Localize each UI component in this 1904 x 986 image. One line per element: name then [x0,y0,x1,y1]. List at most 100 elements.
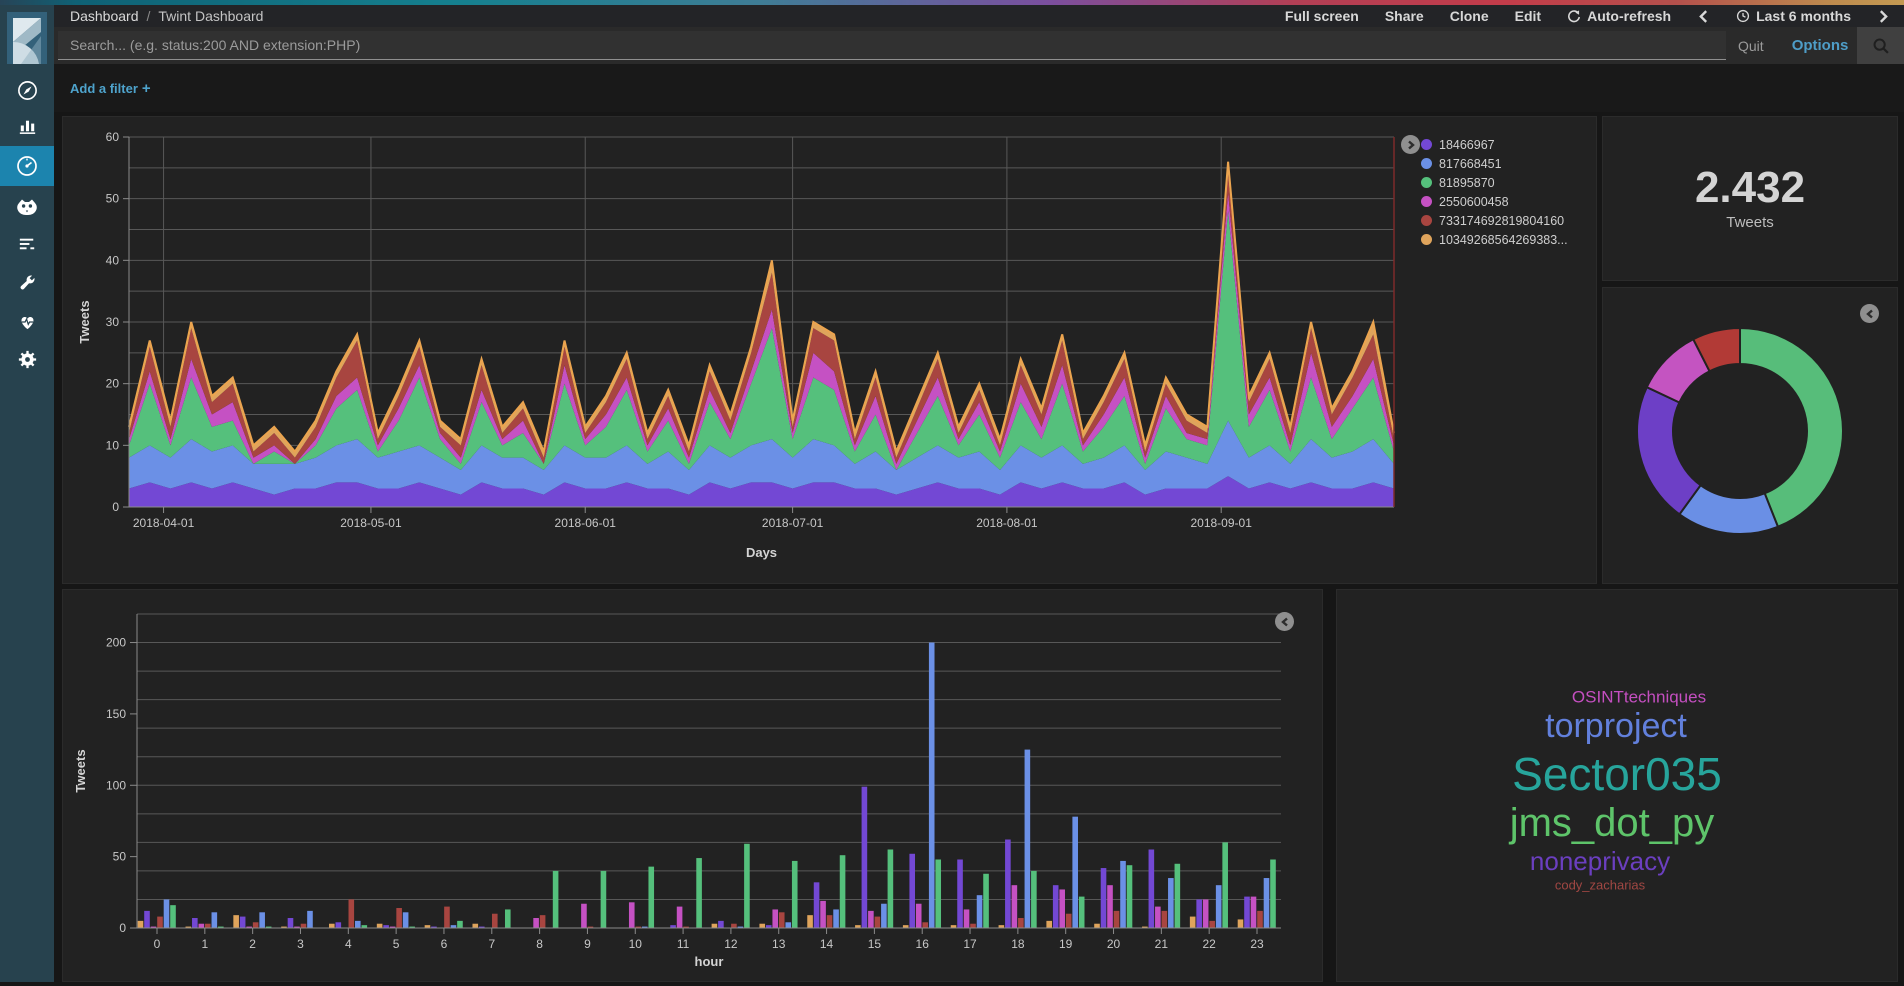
legend-toggle-button[interactable] [1275,612,1294,631]
svg-text:11: 11 [677,937,690,951]
svg-text:7: 7 [488,937,495,951]
svg-text:50: 50 [113,850,127,864]
legend-item[interactable]: 733174692819804160 [1421,211,1568,230]
breadcrumb-dashboard-link[interactable]: Dashboard [70,8,139,24]
legend-swatch [1421,196,1432,207]
kibana-logo-icon [13,18,41,64]
legend-swatch [1421,158,1432,169]
navbar-menu: Full screen Share Clone Edit Auto-refres… [1285,8,1904,24]
log-lines-icon [19,238,34,249]
legend-swatch [1421,234,1432,245]
svg-text:3: 3 [297,937,304,951]
svg-text:100: 100 [106,778,126,792]
sidebar-item-discover[interactable] [0,70,54,110]
bar-chart: 0 1 2 3 4 5 6 7 8 9 10 11 12 13 14 15 16 17 18 19 20 21 22 2305… [73,613,1281,969]
svg-text:15: 15 [868,937,882,951]
gauge-dashboard-icon [17,156,37,176]
sidebar-item-sentinl[interactable] [0,187,54,227]
time-prev-button[interactable] [1697,9,1710,24]
share-button[interactable]: Share [1385,8,1424,24]
svg-text:10: 10 [629,937,643,951]
refresh-icon [1568,10,1581,23]
breadcrumb-current: Twint Dashboard [158,8,264,24]
search-submit-button[interactable] [1857,27,1904,64]
tagcloud-word[interactable]: jms_dot_py [1510,803,1715,843]
search-bar-row: Quit Options [54,27,1904,64]
sidebar-item-monitoring[interactable] [0,301,54,341]
add-filter-button[interactable]: Add a filter + [70,80,151,97]
magnifier-icon [1873,38,1889,54]
legend-item[interactable]: 10349268564269383... [1421,230,1568,249]
sidebar-item-dashboard[interactable] [0,146,54,186]
svg-text:2018-06-01: 2018-06-01 [555,516,617,530]
svg-text:16: 16 [916,937,930,951]
sidebar-item-management[interactable] [0,339,54,379]
sidebar-item-visualize[interactable] [0,105,54,145]
svg-text:6: 6 [441,937,448,951]
legend-label: 2550600458 [1439,194,1509,209]
quit-button[interactable]: Quit [1738,38,1764,54]
panel-tweet-count-metric: 2.432 Tweets [1602,116,1898,281]
svg-text:14: 14 [820,937,834,951]
options-button[interactable]: Options [1792,37,1849,54]
tagcloud-word[interactable]: cody_zacharias [1555,879,1645,892]
legend-item[interactable]: 817668451 [1421,154,1568,173]
panel-user-tagcloud: OSINTtechniques torproject Sector035 jms_do… [1336,589,1898,982]
gear-icon [18,350,36,368]
tagcloud-word[interactable]: torproject [1545,709,1687,743]
svg-text:200: 200 [106,636,126,650]
svg-text:13: 13 [772,937,786,951]
svg-text:18: 18 [1011,937,1025,951]
svg-text:40: 40 [106,253,120,267]
svg-text:4: 4 [345,937,352,951]
search-input[interactable] [58,31,1726,60]
kibana-logo[interactable] [7,12,47,64]
legend-item[interactable]: 18466967 [1421,135,1568,154]
tagcloud-word[interactable]: Sector035 [1512,751,1722,797]
sidebar-item-logtrail[interactable] [0,223,54,263]
legend-item[interactable]: 2550600458 [1421,192,1568,211]
svg-text:2018-09-01: 2018-09-01 [1190,516,1252,530]
breadcrumb: Dashboard / Twint Dashboard [70,8,263,24]
time-next-button[interactable] [1877,9,1890,24]
legend-swatch [1421,139,1432,150]
legend-toggle-button[interactable] [1401,135,1420,154]
chevron-left-icon [1280,617,1288,626]
svg-text:2: 2 [249,937,256,951]
auto-refresh-button[interactable]: Auto-refresh [1567,8,1671,24]
svg-text:2018-07-01: 2018-07-01 [762,516,824,530]
breadcrumb-separator: / [146,8,151,24]
compass-icon [17,80,37,100]
legend-toggle-button[interactable] [1860,304,1879,323]
sidebar-item-dev-tools[interactable] [0,262,54,302]
legend-label: 81895870 [1439,175,1495,190]
svg-text:Days: Days [746,545,777,560]
panel-users-donut [1602,287,1898,584]
svg-text:10: 10 [106,438,120,452]
full-screen-button[interactable]: Full screen [1285,8,1359,24]
metric-label: Tweets [1726,214,1774,231]
tagcloud-word[interactable]: noneprivacy [1530,848,1670,874]
legend-swatch [1421,215,1432,226]
svg-text:150: 150 [106,707,126,721]
wrench-icon [20,274,35,289]
chevron-right-icon [1407,140,1415,149]
time-picker-button[interactable]: Last 6 months [1736,8,1851,24]
svg-text:17: 17 [963,937,977,951]
sidebar [0,5,54,982]
legend-item[interactable]: 81895870 [1421,173,1568,192]
svg-text:12: 12 [724,937,738,951]
svg-text:2018-08-01: 2018-08-01 [976,516,1038,530]
area-chart: 2018-04-01 2018-05-01 2018-06-01 2018-07-01… [77,130,1395,560]
chevron-right-icon [1879,9,1888,23]
svg-text:hour: hour [695,954,724,969]
clone-button[interactable]: Clone [1450,8,1489,24]
svg-text:0: 0 [154,937,161,951]
tagcloud-word[interactable]: OSINTtechniques [1572,689,1706,706]
svg-text:50: 50 [106,192,120,206]
top-navbar: Dashboard / Twint Dashboard Full screen … [54,5,1904,27]
edit-button[interactable]: Edit [1515,8,1541,24]
svg-text:22: 22 [1202,937,1216,951]
svg-text:Tweets: Tweets [73,749,88,792]
svg-text:9: 9 [584,937,591,951]
